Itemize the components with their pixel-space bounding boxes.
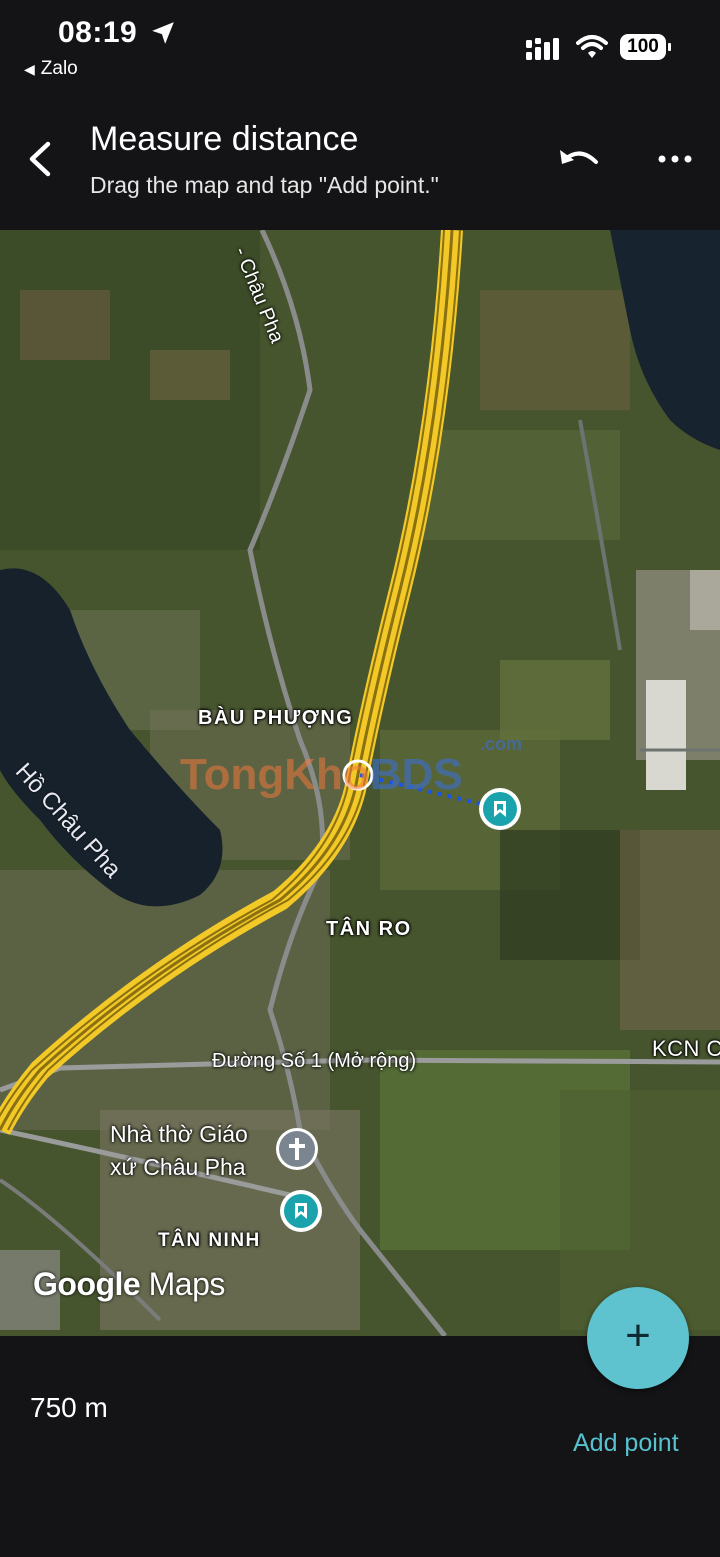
app-header: Measure distance Drag the map and tap "A… [0, 100, 720, 230]
back-app-label: Zalo [40, 58, 78, 79]
road-label-duong-so-1: Đường Số 1 (Mở rộng) [212, 1050, 417, 1072]
area-label-bau-phuong: BÀU PHƯỢNG [198, 707, 354, 729]
plus-icon: + [625, 1311, 651, 1360]
cross-icon [289, 1138, 305, 1160]
church-label: Nhà thờ Giáo xứ Châu Pha [110, 1121, 248, 1180]
bookmark-icon [295, 1203, 307, 1219]
area-label-kcn: KCN C [652, 1036, 720, 1061]
area-label-tan-ninh: TÂN NINH [158, 1230, 261, 1251]
back-arrow-icon[interactable] [22, 136, 62, 182]
map-view[interactable]: - Châu Pha BÀU PHƯỢNG TÂN RO TÂN NINH KC… [0, 230, 720, 1336]
add-point-button[interactable]: + [587, 1287, 689, 1389]
church-pin[interactable] [276, 1128, 318, 1170]
back-triangle-icon: ◀ [24, 61, 35, 77]
status-time: 08:19 [58, 16, 138, 49]
signal-icon [526, 38, 559, 60]
page-subtitle: Drag the map and tap "Add point." [90, 172, 439, 198]
bookmark-icon [494, 801, 506, 817]
saved-place-pin-2[interactable] [280, 1190, 322, 1232]
wifi-icon [576, 35, 608, 58]
add-point-label[interactable]: Add point [573, 1429, 679, 1458]
distance-readout: 750 m [30, 1392, 108, 1423]
area-label-tan-ro: TÂN RO [326, 918, 412, 940]
page-title: Measure distance [90, 120, 359, 158]
watermark: TongKhoBDS .com [180, 734, 523, 799]
google-maps-logo: Google Maps [33, 1266, 225, 1302]
more-icon[interactable] [656, 148, 694, 170]
back-to-app-link[interactable]: ◀ Zalo [24, 58, 78, 80]
location-arrow-icon [152, 22, 174, 44]
saved-place-pin[interactable] [479, 788, 521, 830]
status-bar: 08:19 ◀ Zalo 100 [0, 0, 720, 100]
undo-icon[interactable] [558, 144, 602, 176]
battery-level: 100 [620, 34, 666, 60]
battery-icon: 100 [620, 34, 672, 60]
